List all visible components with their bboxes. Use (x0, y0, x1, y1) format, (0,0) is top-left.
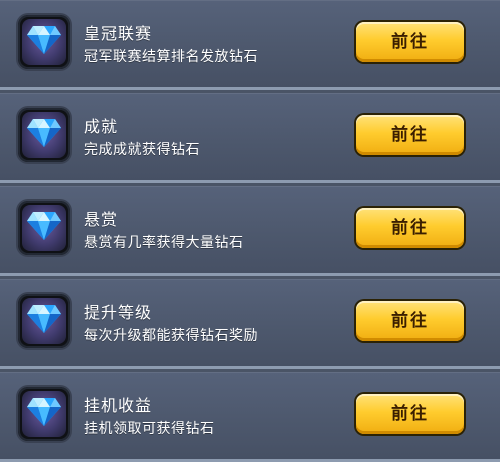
item-description: 悬赏有几率获得大量钻石 (84, 235, 244, 251)
item-description: 冠军联赛结算排名发放钻石 (84, 49, 258, 65)
item-description: 每次升级都能获得钻石奖励 (84, 328, 258, 344)
go-button[interactable]: 前往 (356, 301, 464, 341)
item-description: 挂机领取可获得钻石 (84, 421, 215, 437)
diamond-icon (22, 391, 66, 437)
diamond-icon (22, 19, 66, 65)
item-title: 提升等级 (84, 303, 153, 322)
item-title: 挂机收益 (84, 396, 153, 415)
go-button[interactable]: 前往 (356, 394, 464, 434)
diamond-icon (22, 205, 66, 251)
list-item: 挂机收益 挂机领取可获得钻石 前往 (0, 372, 500, 462)
item-description: 完成成就获得钻石 (84, 142, 200, 158)
diamond-source-list: 皇冠联赛 冠军联赛结算排名发放钻石 前往 成就 完成成就获得钻石 前往 悬赏 悬… (0, 0, 500, 462)
diamond-icon (22, 112, 66, 158)
item-icon-frame (18, 387, 70, 441)
list-item: 悬赏 悬赏有几率获得大量钻石 前往 (0, 186, 500, 276)
list-item: 提升等级 每次升级都能获得钻石奖励 前往 (0, 279, 500, 369)
item-icon-frame (18, 108, 70, 162)
item-icon-frame (18, 15, 70, 69)
go-button[interactable]: 前往 (356, 22, 464, 62)
item-icon-frame (18, 294, 70, 348)
diamond-icon (22, 298, 66, 344)
item-title: 成就 (84, 117, 119, 136)
go-button[interactable]: 前往 (356, 208, 464, 248)
list-item: 成就 完成成就获得钻石 前往 (0, 93, 500, 183)
list-item: 皇冠联赛 冠军联赛结算排名发放钻石 前往 (0, 0, 500, 90)
item-icon-frame (18, 201, 70, 255)
item-title: 悬赏 (84, 210, 119, 229)
item-title: 皇冠联赛 (84, 24, 153, 43)
go-button[interactable]: 前往 (356, 115, 464, 155)
